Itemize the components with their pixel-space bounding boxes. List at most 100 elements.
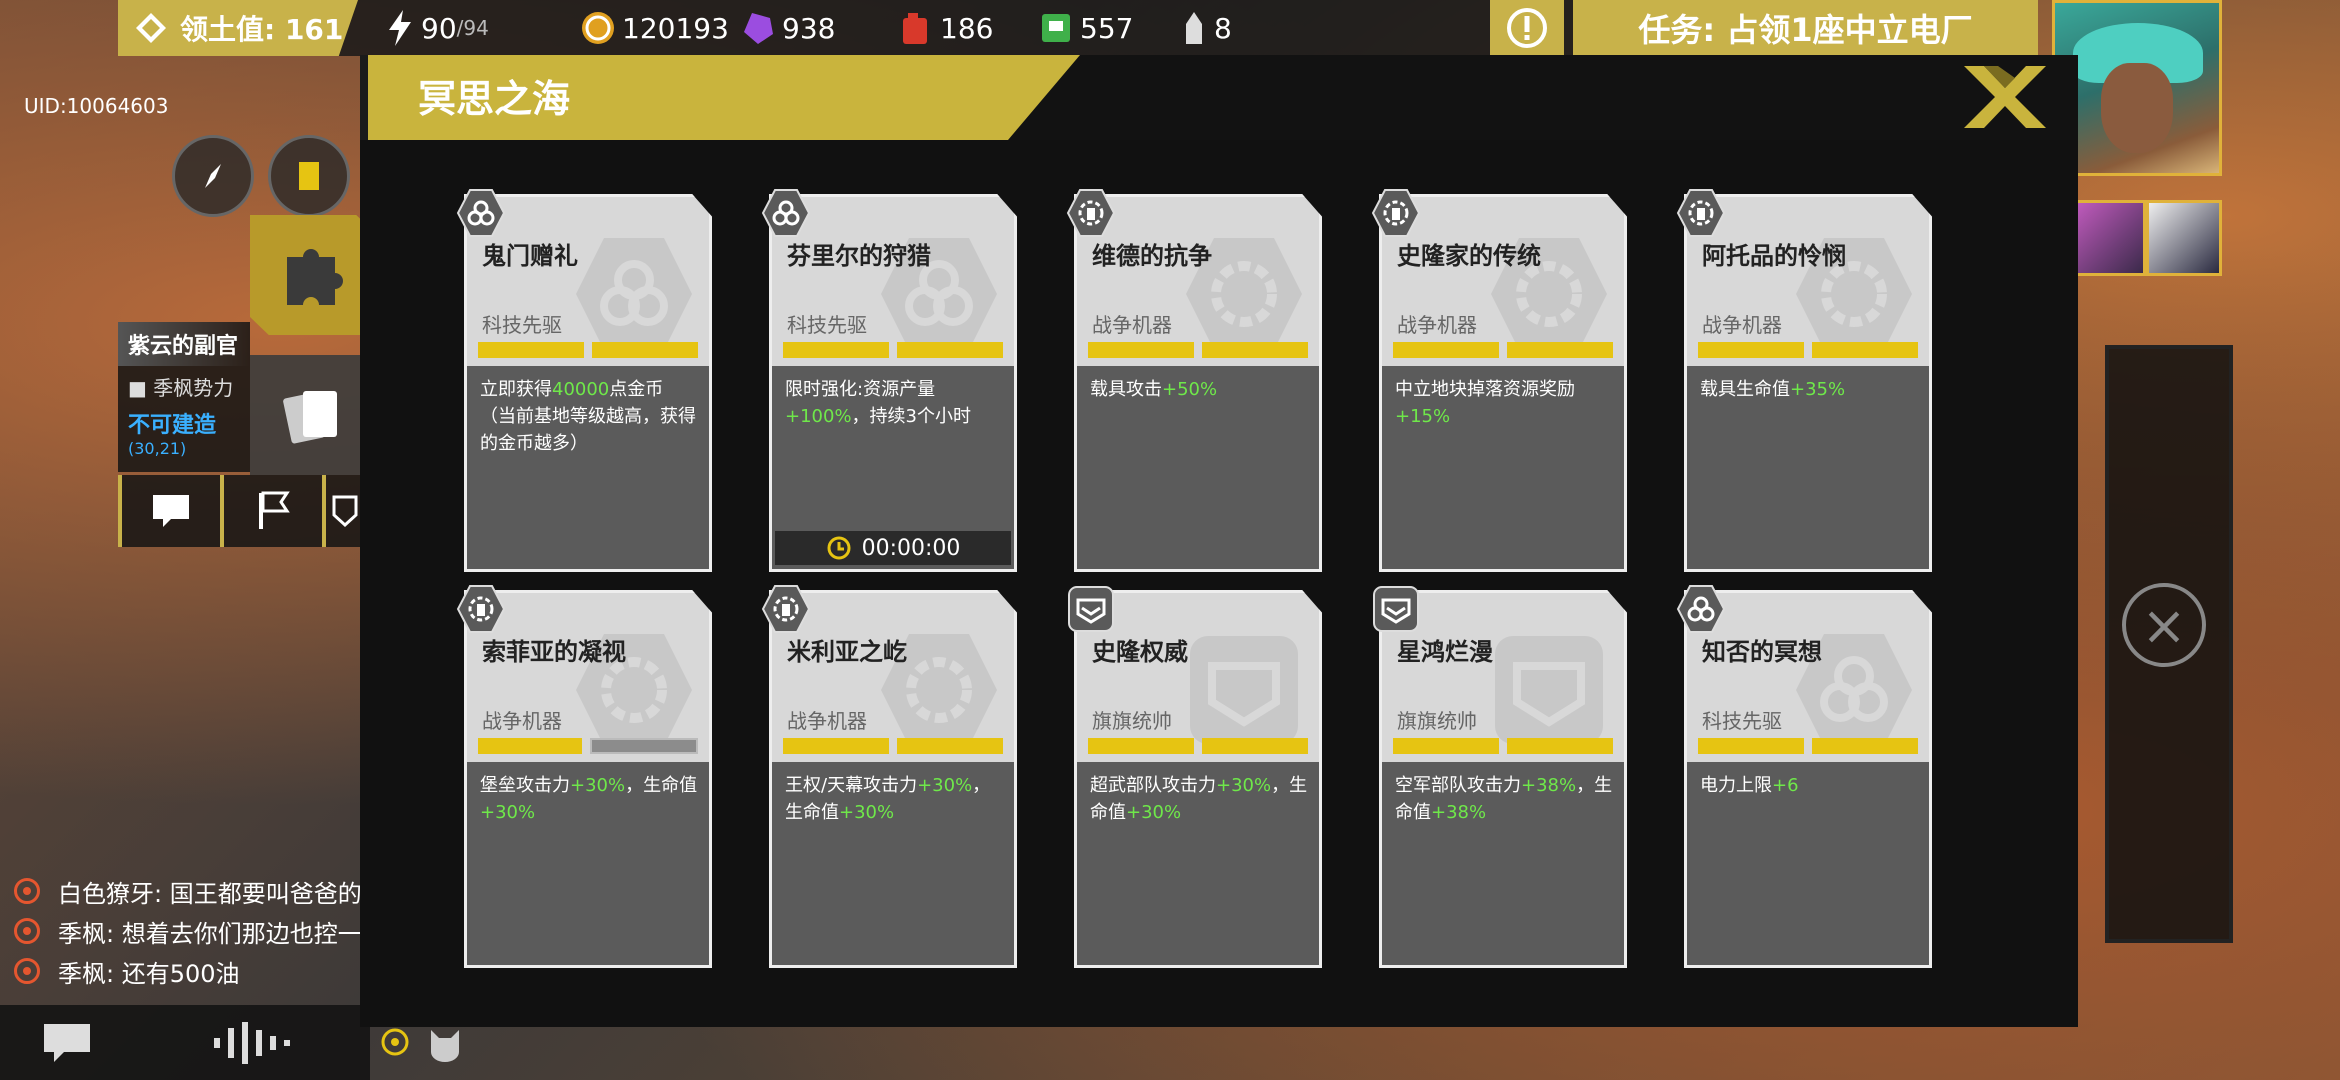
puzzle-icon xyxy=(286,249,343,305)
tech-watermark-icon xyxy=(574,234,694,354)
commander-watermark-icon xyxy=(1489,630,1609,750)
fuel-can-icon xyxy=(903,13,927,44)
more-action-button[interactable] xyxy=(322,475,364,547)
report-button[interactable] xyxy=(268,135,350,217)
territory-value[interactable]: 领土值: 161 xyxy=(118,0,358,56)
card-category: 战争机器 xyxy=(1397,313,1477,337)
voice-wave-icon[interactable] xyxy=(208,1018,298,1068)
desc-bonus: +30% xyxy=(917,775,973,796)
level-bar xyxy=(1393,738,1613,754)
tile-build-status: 不可建造 xyxy=(128,413,217,438)
card-category: 科技先驱 xyxy=(482,313,562,337)
chat-open-icon[interactable] xyxy=(38,1018,98,1068)
close-icon[interactable] xyxy=(1960,62,2050,132)
buff-card[interactable]: 鬼门赠礼 科技先驱 立即获得40000点金币（当前基地等级越高，获得的金币越多） xyxy=(456,189,712,572)
chips-stat[interactable]: 557 xyxy=(1038,8,1133,48)
desc-bonus: +38% xyxy=(1521,775,1577,796)
level-segment xyxy=(1088,342,1194,358)
desc-bonus: +38% xyxy=(1431,802,1487,823)
card-title: 芬里尔的狩猎 xyxy=(787,242,931,270)
desc-bonus: +30% xyxy=(1126,802,1182,823)
chat-text: 白色獠牙: 国王都要叫爸爸的 xyxy=(58,879,362,908)
level-segment xyxy=(592,342,698,358)
tech-icon xyxy=(1676,584,1726,634)
tile-coordinates: (30,21) xyxy=(128,439,187,458)
fuel-stat[interactable]: 186 xyxy=(898,8,993,48)
desc-bonus: +35% xyxy=(1790,379,1846,400)
compass-button[interactable] xyxy=(172,135,254,217)
level-bar xyxy=(1698,738,1918,754)
card-description: 王权/天幕攻击力+30%，生命值+30% xyxy=(785,772,1003,826)
territory-label: 领土值: 161 xyxy=(180,13,344,46)
card-description: 超武部队攻击力+30%，生命值+30% xyxy=(1090,772,1308,826)
card-description: 载具生命值+35% xyxy=(1700,376,1918,403)
flag-action-button[interactable] xyxy=(220,475,322,547)
alert-button[interactable] xyxy=(1490,0,1564,56)
timer-value: 00:00:00 xyxy=(861,535,961,561)
report-icon xyxy=(299,162,319,190)
tech-icon xyxy=(456,188,506,238)
card-deck-button[interactable] xyxy=(250,355,375,475)
ammo-value: 8 xyxy=(1214,11,1232,45)
buff-card[interactable]: 史隆权威 旗旗统帅 超武部队攻击力+30%，生命值+30% xyxy=(1068,586,1322,968)
buff-card[interactable]: 星鸿烂漫 旗旗统帅 空军部队攻击力+38%，生命值+38% xyxy=(1373,586,1627,968)
desc-text: ，生命值 xyxy=(625,775,698,796)
commander-watermark-icon xyxy=(1184,630,1304,750)
chat-action-button[interactable] xyxy=(118,475,220,547)
desc-text: 超武部队攻击力 xyxy=(1090,775,1216,796)
buff-card[interactable]: 知否的冥想 科技先驱 电力上限+6 xyxy=(1676,585,1932,968)
buff-card[interactable]: 索菲亚的凝视 战争机器 堡垒攻击力+30%，生命值+30% xyxy=(456,585,712,968)
energy-stat[interactable]: 90/94 xyxy=(385,8,489,48)
buff-card[interactable]: 维德的抗争 战争机器 载具攻击+50% xyxy=(1066,189,1322,572)
card-description: 载具攻击+50% xyxy=(1090,376,1308,403)
level-segment xyxy=(1812,342,1918,358)
level-segment xyxy=(1507,738,1613,754)
card-category: 科技先驱 xyxy=(787,313,867,337)
level-segment xyxy=(1812,738,1918,754)
tile-faction: ■ 季枫势力 xyxy=(128,376,234,400)
level-segment xyxy=(1393,342,1499,358)
desc-bonus: +6 xyxy=(1772,775,1799,796)
modal-title: 冥思之海 xyxy=(418,77,571,121)
card-category: 旗旗统帅 xyxy=(1092,709,1172,733)
desc-text: 空军部队攻击力 xyxy=(1395,775,1521,796)
ammo-stat[interactable]: 8 xyxy=(1180,8,1232,48)
chips-value: 557 xyxy=(1080,11,1134,45)
task-banner[interactable]: 任务: 占领1座中立电厂 xyxy=(1573,0,2038,56)
buff-card[interactable]: 米利亚之屹 战争机器 王权/天幕攻击力+30%，生命值+30% xyxy=(761,585,1017,968)
buff-card[interactable]: 史隆家的传统 战争机器 中立地块掉落资源奖励 +15% xyxy=(1371,189,1627,572)
war-icon xyxy=(1066,188,1116,238)
level-segment xyxy=(897,342,1003,358)
buff-card[interactable]: 芬里尔的狩猎 科技先驱 限时强化:资源产量 +100%，持续3个小时 00:00:… xyxy=(761,189,1017,572)
card-title: 阿托品的怜悯 xyxy=(1702,242,1846,270)
shield-icon xyxy=(332,495,358,528)
card-description: 立即获得40000点金币（当前基地等级越高，获得的金币越多） xyxy=(480,376,698,457)
chat-message: 季枫: 想着去你们那边也控一 xyxy=(14,912,362,950)
buff-card[interactable]: 阿托品的怜悯 战争机器 载具生命值+35% xyxy=(1676,189,1932,572)
ally-avatar-2[interactable] xyxy=(2146,200,2222,276)
war-icon xyxy=(1371,188,1421,238)
card-title: 米利亚之屹 xyxy=(787,638,907,666)
crystal-icon xyxy=(744,13,773,44)
puzzle-button[interactable] xyxy=(250,215,375,335)
desc-bonus: +100% xyxy=(785,406,852,427)
chat-message: 白色獠牙: 国王都要叫爸爸的 xyxy=(14,872,362,910)
gold-stat[interactable]: 120193 xyxy=(580,8,729,48)
card-title: 史隆家的传统 xyxy=(1397,242,1541,270)
chat-message: 季枫: 还有500油 xyxy=(14,952,240,990)
chat-bar xyxy=(0,1005,370,1080)
lightning-icon xyxy=(389,10,411,46)
desc-text: 载具攻击 xyxy=(1090,379,1162,400)
desc-bonus: +30% xyxy=(480,802,536,823)
card-category: 旗旗统帅 xyxy=(1397,709,1477,733)
war-icon xyxy=(456,584,506,634)
flag-icon xyxy=(259,491,290,529)
card-description: 中立地块掉落资源奖励 +15% xyxy=(1395,376,1613,430)
alert-icon xyxy=(1507,8,1547,48)
drawer-close-button[interactable]: × xyxy=(2122,583,2206,667)
desc-text: 限时强化:资源产量 xyxy=(785,379,936,400)
ammo-icon xyxy=(1186,12,1202,44)
crystal-stat[interactable]: 938 xyxy=(740,8,835,48)
ally-avatar-1[interactable] xyxy=(2070,200,2146,276)
card-description: 限时强化:资源产量 +100%，持续3个小时 xyxy=(785,376,1003,430)
